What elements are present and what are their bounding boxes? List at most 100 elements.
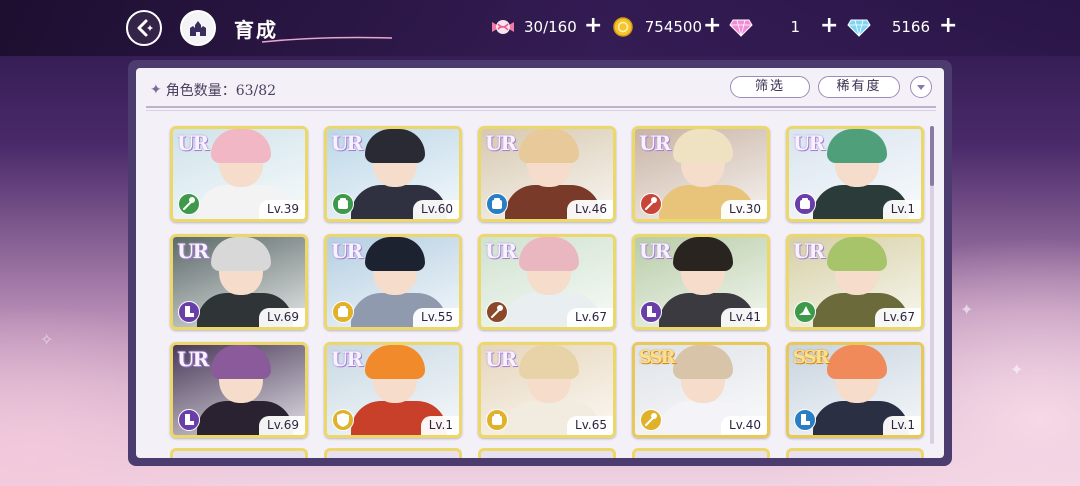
type-fist-icon: [332, 301, 354, 323]
character-panel: ✦ 角色数量 ：63/82 筛选 稀有度 UR Lv.39 UR Lv.60 UR Lv.…: [128, 60, 952, 466]
level-label: Lv.30: [721, 200, 767, 219]
rarity-sort-button[interactable]: 稀有度: [818, 76, 900, 98]
type-fist-icon: [486, 193, 508, 215]
type-fist-icon: [332, 193, 354, 215]
sparkle-decoration: ✧: [40, 330, 54, 349]
character-card[interactable]: UR Lv.39: [170, 126, 308, 222]
character-card-partial[interactable]: [170, 448, 308, 458]
type-fist-icon: [794, 193, 816, 215]
pink-diamond-resource: 1: [728, 14, 800, 40]
gold-coin-icon: [610, 14, 636, 40]
level-label: Lv.39: [259, 200, 305, 219]
level-label: Lv.1: [420, 416, 459, 435]
level-label: Lv.67: [567, 308, 613, 327]
character-card[interactable]: UR Lv.46: [478, 126, 616, 222]
level-label: Lv.60: [413, 200, 459, 219]
character-portrait-hair: [673, 345, 733, 379]
rarity-badge: UR: [485, 239, 517, 263]
character-portrait-hair: [827, 237, 887, 271]
chevron-down-icon: [917, 85, 925, 90]
add-candy-button[interactable]: +: [584, 12, 602, 40]
character-card[interactable]: UR Lv.30: [632, 126, 770, 222]
blue-diamond-count: 5166: [891, 18, 930, 36]
character-portrait-hair: [365, 237, 425, 271]
header-divider-thin: [146, 110, 936, 111]
type-wand-icon: [640, 409, 662, 431]
add-gold-button[interactable]: +: [703, 12, 721, 40]
character-card[interactable]: UR Lv.55: [324, 234, 462, 330]
character-portrait-hair: [673, 237, 733, 271]
character-card[interactable]: SSR Lv.40: [632, 342, 770, 438]
character-card-partial[interactable]: [786, 448, 924, 458]
level-label: Lv.55: [413, 308, 459, 327]
candy-count: 30/160: [524, 18, 577, 36]
header-divider: [146, 106, 936, 108]
character-portrait-hair: [211, 237, 271, 271]
character-portrait-hair: [827, 345, 887, 379]
type-wand-icon: [640, 193, 662, 215]
rarity-badge: SSR: [639, 347, 676, 368]
character-grid: UR Lv.39 UR Lv.60 UR Lv.46 UR Lv.30 UR Lv.1 UR Lv.6…: [162, 118, 932, 458]
rarity-badge: UR: [331, 347, 363, 371]
character-card-partial[interactable]: [478, 448, 616, 458]
rarity-badge: UR: [485, 131, 517, 155]
character-card[interactable]: UR Lv.41: [632, 234, 770, 330]
rarity-badge: UR: [177, 347, 209, 371]
castle-icon: [190, 21, 206, 36]
sort-order-button[interactable]: [910, 76, 932, 98]
character-card[interactable]: UR Lv.1: [786, 126, 924, 222]
level-label: Lv.69: [259, 308, 305, 327]
rarity-badge: UR: [177, 131, 209, 155]
back-button[interactable]: [126, 10, 162, 46]
gold-resource: 754500: [610, 14, 702, 40]
blue-diamond-resource: 5166: [846, 14, 930, 40]
level-label: Lv.1: [882, 200, 921, 219]
character-card[interactable]: UR Lv.69: [170, 234, 308, 330]
gold-count: 754500: [644, 18, 702, 36]
add-pink-diamond-button[interactable]: +: [820, 12, 838, 40]
back-arrow-icon: [137, 19, 153, 37]
rarity-badge: UR: [639, 131, 671, 155]
character-card[interactable]: UR Lv.1: [324, 342, 462, 438]
type-boot-icon: [178, 409, 200, 431]
level-label: Lv.40: [721, 416, 767, 435]
top-bar: 育成 30/160 + 754500 + 1 + 5166 +: [0, 0, 1080, 56]
add-blue-diamond-button[interactable]: +: [939, 12, 957, 40]
sparkle-decoration: ✦: [1010, 360, 1024, 379]
level-label: Lv.46: [567, 200, 613, 219]
character-portrait-hair: [673, 129, 733, 163]
character-count-value: ：63/82: [221, 83, 277, 99]
pink-diamond-icon: [728, 14, 754, 40]
level-label: Lv.69: [259, 416, 305, 435]
type-boot-icon: [640, 301, 662, 323]
pink-diamond-count: 1: [790, 18, 800, 36]
character-card[interactable]: UR Lv.67: [478, 234, 616, 330]
level-label: Lv.41: [721, 308, 767, 327]
rarity-badge: UR: [331, 131, 363, 155]
sparkle-icon: ✦: [150, 82, 162, 98]
candy-resource: 30/160: [490, 14, 577, 40]
character-panel-inner: ✦ 角色数量 ：63/82 筛选 稀有度 UR Lv.39 UR Lv.60 UR Lv.…: [136, 68, 944, 458]
character-portrait-hair: [365, 129, 425, 163]
character-count: ✦ 角色数量 ：63/82: [150, 80, 276, 100]
rarity-badge: UR: [793, 239, 825, 263]
character-card[interactable]: SSR Lv.1: [786, 342, 924, 438]
level-label: Lv.1: [882, 416, 921, 435]
character-portrait-hair: [211, 345, 271, 379]
title-swoosh-decoration: [262, 36, 392, 43]
grid-scrollbar[interactable]: [930, 126, 934, 444]
level-label: Lv.67: [875, 308, 921, 327]
character-portrait-hair: [519, 129, 579, 163]
rarity-badge: UR: [177, 239, 209, 263]
scrollbar-thumb[interactable]: [930, 126, 934, 186]
character-card[interactable]: UR Lv.69: [170, 342, 308, 438]
type-boot-icon: [794, 409, 816, 431]
character-card-partial[interactable]: [632, 448, 770, 458]
character-card[interactable]: UR Lv.65: [478, 342, 616, 438]
character-card[interactable]: UR Lv.60: [324, 126, 462, 222]
character-card[interactable]: UR Lv.67: [786, 234, 924, 330]
home-button[interactable]: [180, 10, 216, 46]
filter-button[interactable]: 筛选: [730, 76, 810, 98]
character-card-partial[interactable]: [324, 448, 462, 458]
character-portrait-hair: [365, 345, 425, 379]
